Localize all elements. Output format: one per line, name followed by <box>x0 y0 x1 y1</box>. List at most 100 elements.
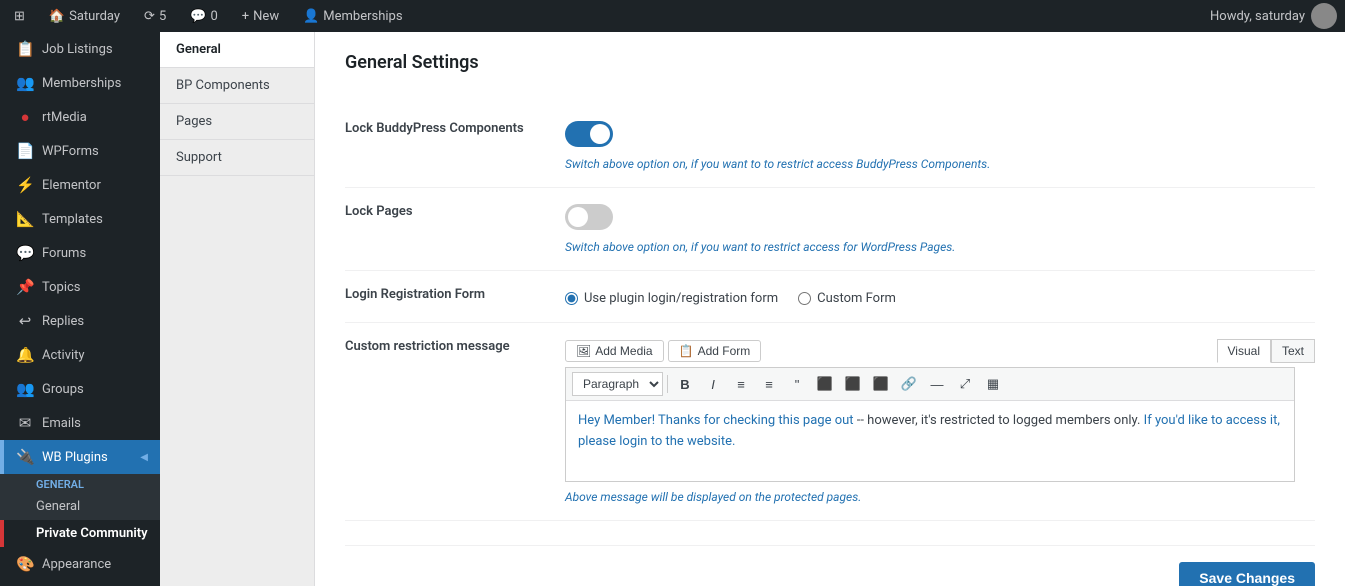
main-content: General Settings Lock BuddyPress Compone… <box>315 32 1345 586</box>
wpforms-icon: 📄 <box>16 142 34 160</box>
sidebar-item-emails[interactable]: ✉ Emails <box>0 406 160 440</box>
adminbar-updates[interactable]: ⟳ 5 <box>138 0 172 32</box>
lock-pages-desc: Switch above option on, if you want to r… <box>565 240 1315 254</box>
align-left-button[interactable]: ⬛ <box>812 372 838 396</box>
radio-custom-form-label: Custom Form <box>817 291 896 306</box>
tab-visual[interactable]: Visual <box>1217 339 1271 363</box>
submenu-item-general[interactable]: General <box>0 493 160 520</box>
toggle-knob <box>590 124 610 144</box>
adminbar-new[interactable]: + New <box>236 0 285 32</box>
sidebar-item-forums[interactable]: 💬 Forums <box>0 236 160 270</box>
sidebar-item-rtmedia[interactable]: ● rtMedia <box>0 100 160 134</box>
editor-highlight-text: Hey Member! Thanks for checking this pag… <box>578 413 854 428</box>
login-form-options: Use plugin login/registration form Custo… <box>565 291 1315 306</box>
adminbar-comments[interactable]: 💬 0 <box>184 0 224 32</box>
subnav-label-bp-components: BP Components <box>176 78 270 93</box>
fullscreen-button[interactable]: ⤢ <box>952 372 978 396</box>
adminbar-wp-logo[interactable]: ⊞ <box>8 0 31 32</box>
subnav-item-pages[interactable]: Pages <box>160 104 314 140</box>
sidebar-item-elementor[interactable]: ⚡ Elementor <box>0 168 160 202</box>
sidebar-item-wpforms[interactable]: 📄 WPForms <box>0 134 160 168</box>
templates-icon: 📐 <box>16 210 34 228</box>
bold-button[interactable]: B <box>672 372 698 396</box>
setting-row-restriction-message: Custom restriction message 🖼 Add Media 📋… <box>345 323 1315 521</box>
blockquote-button[interactable]: " <box>784 372 810 396</box>
align-center-button[interactable]: ⬛ <box>840 372 866 396</box>
unordered-list-button[interactable]: ≡ <box>728 372 754 396</box>
lock-pages-toggle[interactable] <box>565 204 613 230</box>
sidebar-label-elementor: Elementor <box>42 178 148 193</box>
subnav-item-support[interactable]: Support <box>160 140 314 176</box>
save-area: Save Changes <box>345 545 1315 586</box>
wp-logo-icon: ⊞ <box>14 9 25 24</box>
link-button[interactable]: 🔗 <box>896 372 922 396</box>
add-media-label: Add Media <box>595 344 652 358</box>
radio-plugin-form-label: Use plugin login/registration form <box>584 291 778 306</box>
sidebar-item-appearance[interactable]: 🎨 Appearance <box>0 547 160 581</box>
sidebar-item-activity[interactable]: 🔔 Activity <box>0 338 160 372</box>
sidebar-label-templates: Templates <box>42 212 148 227</box>
subnav-label-pages: Pages <box>176 114 212 129</box>
table-button[interactable]: ▦ <box>980 372 1006 396</box>
wb-plugins-icon: 🔌 <box>16 448 34 466</box>
ordered-list-button[interactable]: ≡ <box>756 372 782 396</box>
add-form-button[interactable]: 📋 Add Form <box>668 340 762 362</box>
save-changes-button[interactable]: Save Changes <box>1179 562 1315 586</box>
radio-plugin-form-input[interactable] <box>565 292 578 305</box>
sidebar-label-topics: Topics <box>42 280 148 295</box>
sidebar-label-wb-plugins: WB Plugins <box>42 450 132 465</box>
editor-view-tabs: Visual Text <box>1217 339 1315 363</box>
adminbar-site[interactable]: 🏠 Saturday <box>43 0 126 32</box>
sidebar-item-topics[interactable]: 📌 Topics <box>0 270 160 304</box>
elementor-icon: ⚡ <box>16 176 34 194</box>
comments-count: 0 <box>210 9 217 24</box>
sidebar-item-job-listings[interactable]: 📋 Job Listings <box>0 32 160 66</box>
sidebar-item-reign-settings[interactable]: ⚙ Reign Settings <box>0 581 160 586</box>
editor-body[interactable]: Hey Member! Thanks for checking this pag… <box>566 401 1294 481</box>
site-name: Saturday <box>69 9 120 24</box>
editor-format-bar: Paragraph B I ≡ ≡ " ⬛ ⬛ ⬛ <box>566 368 1294 401</box>
emails-icon: ✉ <box>16 414 34 432</box>
align-right-button[interactable]: ⬛ <box>868 372 894 396</box>
home-icon: 🏠 <box>49 9 65 24</box>
sidebar-item-replies[interactable]: ↩ Replies <box>0 304 160 338</box>
lock-buddypress-label: Lock BuddyPress Components <box>345 105 565 188</box>
radio-custom-form-input[interactable] <box>798 292 811 305</box>
replies-icon: ↩ <box>16 312 34 330</box>
hr-button[interactable]: — <box>924 372 950 396</box>
add-form-label: Add Form <box>698 344 751 358</box>
add-media-button[interactable]: 🖼 Add Media <box>565 340 664 362</box>
memberships-icon: 👤 <box>303 9 319 24</box>
editor-body-text: -- however, it's restricted to logged me… <box>857 413 1144 428</box>
toggle-slider-off <box>565 204 613 230</box>
setting-row-lock-buddypress: Lock BuddyPress Components Switch above … <box>345 105 1315 188</box>
new-icon: + <box>242 9 249 24</box>
tab-text[interactable]: Text <box>1271 339 1315 363</box>
appearance-icon: 🎨 <box>16 555 34 573</box>
login-form-control: Use plugin login/registration form Custo… <box>565 271 1315 323</box>
radio-custom-form[interactable]: Custom Form <box>798 291 896 306</box>
adminbar-memberships[interactable]: 👤 Memberships <box>297 0 408 32</box>
sidebar-label-activity: Activity <box>42 348 148 363</box>
user-avatar[interactable] <box>1311 3 1337 29</box>
sidebar-label-job-listings: Job Listings <box>42 42 148 57</box>
subnav-item-general[interactable]: General <box>160 32 314 68</box>
sidebar-item-memberships[interactable]: 👥 Memberships <box>0 66 160 100</box>
toggle-knob-off <box>568 207 588 227</box>
sidebar-label-memberships: Memberships <box>42 76 148 91</box>
radio-plugin-form[interactable]: Use plugin login/registration form <box>565 291 778 306</box>
page-title: General Settings <box>345 52 1315 85</box>
submenu-item-private-community[interactable]: Private Community <box>0 520 160 547</box>
format-select[interactable]: Paragraph <box>572 372 663 396</box>
sidebar-item-groups[interactable]: 👥 Groups <box>0 372 160 406</box>
toggle-slider-on <box>565 121 613 147</box>
restriction-message-note: Above message will be displayed on the p… <box>565 490 1315 504</box>
settings-table: Lock BuddyPress Components Switch above … <box>345 105 1315 521</box>
subnav-item-bp-components[interactable]: BP Components <box>160 68 314 104</box>
lock-buddypress-toggle[interactable] <box>565 121 613 147</box>
sidebar-item-templates[interactable]: 📐 Templates <box>0 202 160 236</box>
forums-icon: 💬 <box>16 244 34 262</box>
restriction-message-label: Custom restriction message <box>345 323 565 521</box>
sidebar-item-wb-plugins[interactable]: 🔌 WB Plugins ◀ <box>0 440 160 474</box>
italic-button[interactable]: I <box>700 372 726 396</box>
